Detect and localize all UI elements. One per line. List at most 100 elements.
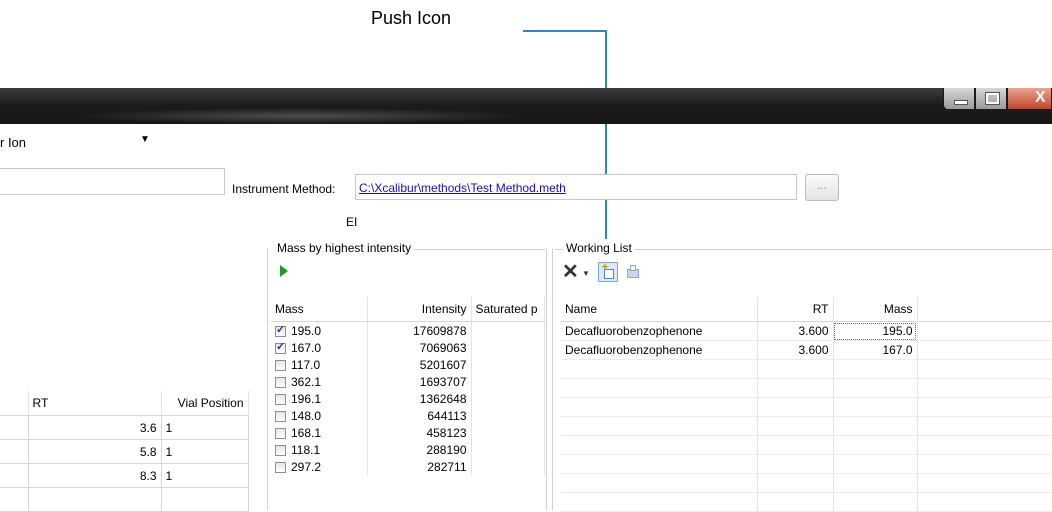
- column-header-mass[interactable]: Mass: [833, 297, 918, 322]
- rt-cell: 3.600: [757, 321, 834, 341]
- column-header-rt[interactable]: RT: [757, 297, 834, 322]
- mass-checkbox[interactable]: [275, 444, 286, 456]
- working-list-row[interactable]: [561, 454, 1052, 474]
- saturated-cell: [471, 356, 545, 373]
- mass-value: 195.0: [291, 323, 322, 338]
- clear-list-icon[interactable]: [627, 265, 639, 278]
- sample-row[interactable]: 5.8 1: [0, 439, 249, 464]
- close-button[interactable]: X: [1007, 88, 1052, 110]
- vial-position-cell: 1: [161, 463, 249, 488]
- play-icon[interactable]: [280, 265, 288, 277]
- working-list-row[interactable]: Decafluorobenzophenone 3.600 167.0: [561, 340, 1052, 360]
- mass-value: 168.1: [291, 425, 322, 440]
- mass-checkbox[interactable]: [275, 323, 286, 337]
- saturated-cell: [471, 424, 545, 441]
- intensity-value: 1362648: [367, 390, 472, 407]
- mass-cell: [833, 492, 918, 512]
- working-list-row[interactable]: [561, 378, 1052, 398]
- instrument-method-link[interactable]: C:\Xcalibur\methods\Test Method.meth: [359, 181, 566, 195]
- instrument-method-label: Instrument Method:: [232, 182, 336, 196]
- close-icon: X: [1035, 89, 1046, 106]
- name-cell: [561, 378, 758, 398]
- mass-row[interactable]: 167.0 7069063: [271, 339, 545, 356]
- delete-dropdown-icon[interactable]: ▼: [582, 269, 590, 278]
- working-list-row[interactable]: [561, 435, 1052, 455]
- vial-position-cell: 1: [161, 439, 249, 464]
- mass-row[interactable]: 195.0 17609878: [271, 321, 545, 339]
- rt-cell: [757, 416, 834, 436]
- working-list-row[interactable]: [561, 492, 1052, 512]
- mass-row[interactable]: 118.1 288190: [271, 441, 545, 458]
- mass-row[interactable]: 117.0 5201607: [271, 356, 545, 373]
- mass-cell: [833, 378, 918, 398]
- mass-checkbox[interactable]: [275, 376, 286, 388]
- sample-row[interactable]: 3.6 1: [0, 415, 249, 440]
- mass-value: 118.1: [291, 442, 321, 457]
- mass-row[interactable]: 168.1 458123: [271, 424, 545, 441]
- mass-row[interactable]: 196.1 1362648: [271, 390, 545, 407]
- mass-cell: [833, 454, 918, 474]
- mass-value: 148.0: [291, 408, 322, 423]
- column-header-saturated[interactable]: Saturated p: [471, 297, 545, 322]
- sample-table: RT Vial Position 3.6 1 5.8 1 8.3 1: [0, 391, 249, 512]
- name-cell: [561, 416, 758, 436]
- mass-value: 196.1: [291, 391, 322, 406]
- working-list-row[interactable]: [561, 359, 1052, 379]
- callout-line-vertical: [605, 30, 607, 239]
- mass-checkbox[interactable]: [275, 393, 286, 405]
- saturated-cell: [471, 458, 545, 475]
- mass-row[interactable]: 362.1 1693707: [271, 373, 545, 390]
- name-cell: [561, 435, 758, 455]
- rt-cell: 3.600: [757, 340, 834, 360]
- callout-label: Push Icon: [371, 8, 452, 28]
- rt-cell: [757, 492, 834, 512]
- mass-cell: [833, 359, 918, 379]
- mass-cell: [833, 473, 918, 493]
- window-titlebar[interactable]: X: [0, 88, 1052, 124]
- method-name-field[interactable]: [0, 168, 225, 195]
- mass-cell: [833, 435, 918, 455]
- push-button[interactable]: ✦: [598, 260, 618, 282]
- working-list-row[interactable]: Decafluorobenzophenone 3.600 195.0: [561, 321, 1052, 341]
- browse-button[interactable]: ...: [805, 174, 839, 201]
- rt-cell: 8.3: [28, 463, 162, 488]
- column-header-name[interactable]: Name: [561, 297, 758, 322]
- working-list-row[interactable]: [561, 473, 1052, 493]
- chevron-down-icon: ▼: [140, 134, 150, 145]
- name-cell: Decafluorobenzophenone: [561, 321, 758, 341]
- column-header-mass[interactable]: Mass: [271, 297, 368, 322]
- intensity-value: 17609878: [367, 321, 472, 339]
- mass-panel-title: Mass by highest intensity: [274, 241, 415, 255]
- name-cell: [561, 397, 758, 417]
- mass-table: Mass Intensity Saturated p 195.0 17609878…: [271, 297, 545, 475]
- delete-icon[interactable]: ✕: [562, 262, 579, 282]
- working-list-row[interactable]: [561, 397, 1052, 417]
- mass-checkbox[interactable]: [275, 410, 286, 422]
- minimize-button[interactable]: [943, 88, 975, 110]
- column-header-vial-position[interactable]: Vial Position: [161, 391, 249, 416]
- column-header-intensity[interactable]: Intensity: [367, 297, 472, 322]
- mass-cell: 195.0: [833, 321, 918, 341]
- callout-line-horizontal: [523, 30, 607, 32]
- mass-checkbox[interactable]: [275, 427, 286, 439]
- rt-cell: [757, 435, 834, 455]
- column-header-rt[interactable]: RT: [28, 391, 162, 416]
- maximize-button[interactable]: [975, 88, 1007, 110]
- sample-row[interactable]: 8.3 1: [0, 463, 249, 488]
- rt-cell: 3.6: [28, 415, 162, 440]
- mass-checkbox[interactable]: [275, 340, 286, 354]
- saturated-cell: [471, 390, 545, 407]
- mass-checkbox[interactable]: [275, 461, 286, 473]
- method-type-dropdown[interactable]: r Ion ▼: [0, 132, 160, 152]
- mass-checkbox[interactable]: [275, 359, 286, 371]
- rt-cell: [757, 454, 834, 474]
- saturated-cell: [471, 407, 545, 424]
- mass-row[interactable]: 297.2 282711: [271, 458, 545, 475]
- rt-cell: 5.8: [28, 439, 162, 464]
- instrument-method-field[interactable]: C:\Xcalibur\methods\Test Method.meth: [355, 174, 797, 200]
- rt-cell: [757, 397, 834, 417]
- working-list-row[interactable]: [561, 416, 1052, 436]
- mass-row[interactable]: 148.0 644113: [271, 407, 545, 424]
- rt-cell: [757, 359, 834, 379]
- method-type-value: r Ion: [0, 135, 27, 150]
